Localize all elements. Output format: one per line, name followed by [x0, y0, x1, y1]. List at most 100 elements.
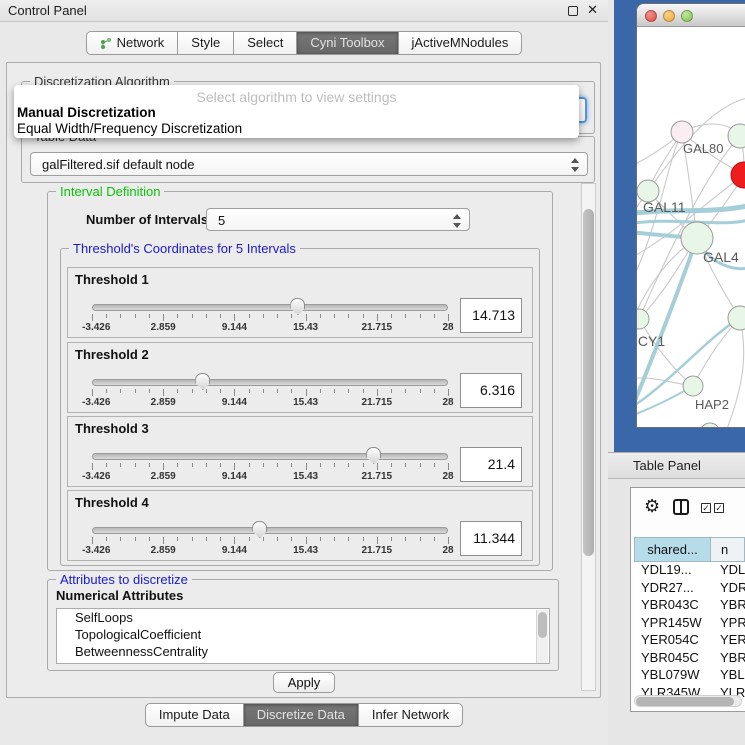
- slider-tick: [448, 537, 449, 544]
- table-row[interactable]: YER054CYER0: [634, 632, 745, 650]
- table-row[interactable]: YPR145WYPR1: [634, 615, 745, 633]
- network-icon: [100, 37, 112, 50]
- column-header-shared-name[interactable]: shared...: [634, 537, 711, 562]
- tab-impute-data[interactable]: Impute Data: [145, 703, 244, 727]
- attribute-list-item[interactable]: TopologicalCoefficient: [57, 626, 549, 643]
- slider-tick: [434, 314, 435, 318]
- table-cell[interactable]: YBL0: [711, 667, 745, 685]
- slider-tick-label: 2.859: [151, 471, 176, 482]
- slider-tick: [277, 463, 278, 467]
- threshold-value-field[interactable]: 6.316: [460, 373, 522, 408]
- algorithm-dropdown-popup: Select algorithm to view settings Manual…: [14, 85, 579, 138]
- tab-discretize-data[interactable]: Discretize Data: [244, 703, 359, 727]
- table-cell[interactable]: YER0: [711, 632, 745, 650]
- table-row[interactable]: YBL079WYBL0: [634, 667, 745, 685]
- slider-tick: [220, 389, 221, 393]
- network-node[interactable]: [683, 376, 703, 396]
- tab-network[interactable]: Network: [86, 31, 179, 55]
- panel-scrollbar-thumb[interactable]: [583, 209, 594, 556]
- list-scrollbar-thumb[interactable]: [538, 612, 547, 638]
- slider-tick: [206, 389, 207, 393]
- network-edge[interactable]: [637, 132, 682, 301]
- close-window-icon[interactable]: ✕: [587, 2, 598, 18]
- network-edge[interactable]: [727, 318, 744, 428]
- slider-tick-label: 9.144: [222, 397, 247, 408]
- slider-tick: [120, 537, 121, 541]
- slider-thumb[interactable]: [252, 521, 267, 538]
- network-node[interactable]: [700, 423, 720, 428]
- slider-track[interactable]: [92, 304, 448, 311]
- gear-icon[interactable]: ⚙: [644, 496, 660, 517]
- threshold-value-field[interactable]: 21.4: [460, 447, 522, 482]
- table-row[interactable]: YBR043CYBR0: [634, 597, 745, 615]
- slider-tick: [192, 389, 193, 393]
- slider-tick-labels: -3.4262.8599.14415.4321.71528: [92, 397, 448, 409]
- threshold-value-field[interactable]: 14.713: [460, 298, 522, 333]
- checkbox-icon[interactable]: ✓: [714, 503, 724, 513]
- table-row[interactable]: YDL19...YDL1: [634, 562, 745, 580]
- num-intervals-combobox[interactable]: 5: [206, 208, 470, 231]
- slider-tick: [334, 537, 335, 541]
- dropdown-option-equal-width-frequency[interactable]: Equal Width/Frequency Discretization: [17, 121, 242, 136]
- network-view-window: GAL80GAGAL11CGAL4GCY1HHAP2: [636, 3, 745, 428]
- table-cell[interactable]: YBR0: [711, 597, 745, 615]
- apply-button[interactable]: Apply: [273, 672, 335, 693]
- tab-infer-network[interactable]: Infer Network: [359, 703, 463, 727]
- table-cell[interactable]: YDR27...: [634, 580, 711, 598]
- checkbox-icon[interactable]: ✓: [701, 503, 711, 513]
- float-window-icon[interactable]: [568, 6, 578, 16]
- table-hscrollbar[interactable]: [634, 695, 742, 707]
- table-cell[interactable]: YER054C: [634, 632, 711, 650]
- slider-tick-label: 21.715: [362, 471, 393, 482]
- table-row[interactable]: YDR27...YDR2: [634, 580, 745, 598]
- network-window-titlebar[interactable]: [637, 4, 745, 27]
- column-header-name[interactable]: n: [711, 537, 745, 562]
- table-cell[interactable]: YBR043C: [634, 597, 711, 615]
- table-cell[interactable]: YBR045C: [634, 650, 711, 668]
- dropdown-option-manual-discretization[interactable]: Manual Discretization: [17, 105, 156, 120]
- table-cell[interactable]: YBL079W: [634, 667, 711, 685]
- slider-tick: [448, 314, 449, 321]
- top-tab-bar: Network Style Select Cyni Toolbox jActiv…: [0, 31, 608, 55]
- tab-select[interactable]: Select: [234, 31, 297, 55]
- network-node[interactable]: [671, 121, 693, 143]
- table-cell[interactable]: YDR2: [711, 580, 745, 598]
- columns-icon[interactable]: [673, 499, 689, 515]
- slider-tick: [135, 314, 136, 318]
- slider-tick: [206, 463, 207, 467]
- close-traffic-light-icon[interactable]: [645, 10, 657, 22]
- slider-tick-label: 9.144: [222, 545, 247, 556]
- tab-cyni-toolbox[interactable]: Cyni Toolbox: [297, 31, 398, 55]
- network-node[interactable]: [728, 306, 745, 330]
- slider-track[interactable]: [92, 453, 448, 460]
- table-cell[interactable]: YPR1: [711, 615, 745, 633]
- table-cell[interactable]: YDL19...: [634, 562, 711, 580]
- table-cell[interactable]: YDL1: [711, 562, 745, 580]
- table-row[interactable]: YBR045CYBR0: [634, 650, 745, 668]
- attribute-list-item[interactable]: BetweennessCentrality: [57, 643, 549, 660]
- table-cell[interactable]: YPR145W: [634, 615, 711, 633]
- table-hscrollbar-thumb[interactable]: [636, 697, 734, 706]
- threshold-value-field[interactable]: 11.344: [460, 521, 522, 556]
- slider-thumb[interactable]: [290, 298, 305, 315]
- network-canvas[interactable]: GAL80GAGAL11CGAL4GCY1HHAP2: [637, 28, 745, 428]
- slider-track[interactable]: [92, 527, 448, 534]
- list-scrollbar[interactable]: [536, 610, 548, 664]
- network-node[interactable]: [637, 309, 649, 329]
- slider-track[interactable]: [92, 379, 448, 386]
- tab-style[interactable]: Style: [178, 31, 234, 55]
- table-cell[interactable]: YBR0: [711, 650, 745, 668]
- panel-scrollbar[interactable]: [581, 183, 596, 691]
- tab-jactivemnodules[interactable]: jActiveMNodules: [399, 31, 523, 55]
- slider-tick-label: -3.426: [82, 397, 110, 408]
- slider-tick: [320, 537, 321, 541]
- slider-thumb[interactable]: [366, 447, 381, 464]
- slider-thumb[interactable]: [195, 373, 210, 390]
- attribute-list-item[interactable]: SelfLoops: [57, 609, 549, 626]
- table-data-combobox[interactable]: galFiltered.sif default node: [30, 152, 588, 176]
- slider-tick-label: 21.715: [362, 545, 393, 556]
- minimize-traffic-light-icon[interactable]: [663, 10, 675, 22]
- zoom-traffic-light-icon[interactable]: [681, 10, 693, 22]
- network-node-selected[interactable]: [731, 162, 745, 188]
- slider-tick: [192, 537, 193, 541]
